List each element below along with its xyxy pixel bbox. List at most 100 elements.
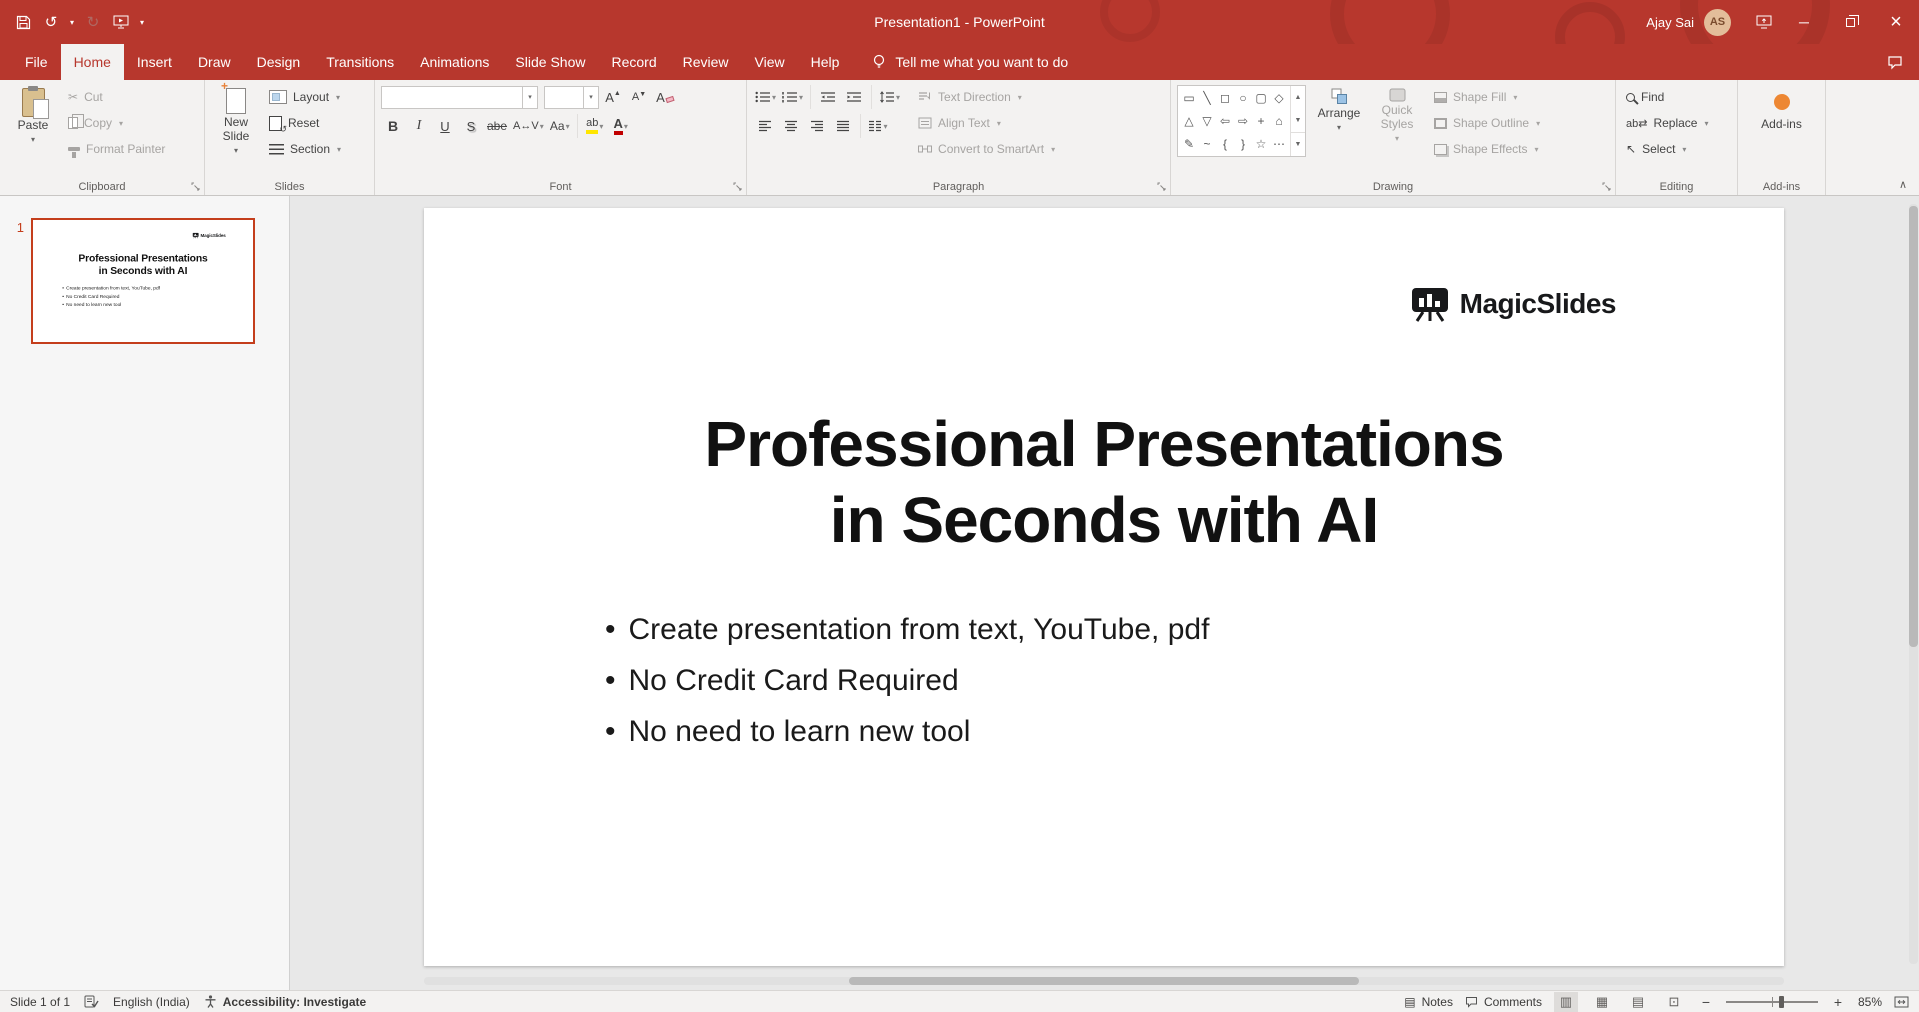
zoom-out-button[interactable]: − [1698,994,1714,1010]
replace-button[interactable]: ab⇄ Replace ▾ [1622,111,1731,135]
tab-transitions[interactable]: Transitions [313,44,407,80]
shape-right-brace-icon[interactable]: } [1241,137,1245,151]
shape-diamond-icon[interactable]: ◇ [1274,91,1283,105]
font-size-dropdown[interactable]: ▾ [584,86,599,109]
font-size-input[interactable] [544,86,584,109]
fit-slide-button[interactable] [1894,996,1909,1008]
shape-left-brace-icon[interactable]: { [1223,137,1227,151]
text-shadow-button[interactable]: S [459,114,483,138]
change-case-button[interactable]: Aa▾ [548,114,572,138]
numbering-button[interactable]: ▾ [780,85,805,109]
slide-sorter-view-button[interactable]: ▦ [1590,992,1614,1012]
horizontal-scrollbar-thumb[interactable] [849,977,1359,985]
font-name-dropdown[interactable]: ▾ [523,86,538,109]
language-button[interactable]: English (India) [113,995,190,1009]
text-highlight-button[interactable]: ab▾ [583,114,607,138]
align-left-button[interactable] [753,114,777,138]
zoom-slider-thumb[interactable] [1779,996,1784,1008]
align-text-button[interactable]: Align Text ▾ [914,111,1059,135]
shape-left-arrow-icon[interactable]: ⇦ [1220,114,1230,128]
customize-qat-button[interactable]: ▾ [136,7,148,37]
slide-title[interactable]: Professional Presentations in Seconds wi… [424,208,1784,558]
zoom-slider[interactable] [1726,992,1818,1012]
start-slideshow-button[interactable] [108,7,134,37]
tab-animations[interactable]: Animations [407,44,502,80]
shape-house-icon[interactable]: ⌂ [1275,114,1282,128]
slide-thumbnail[interactable]: MagicSlides Professional Presentations i… [31,218,255,344]
avatar[interactable]: AS [1704,9,1731,36]
select-button[interactable]: ↖ Select ▾ [1622,137,1731,161]
cut-button[interactable]: ✂ Cut [64,85,169,109]
vertical-scrollbar[interactable] [1909,204,1918,964]
shapes-more-button[interactable]: ▼ [1291,132,1305,156]
tab-slide-show[interactable]: Slide Show [502,44,598,80]
shape-freeform-icon[interactable]: ✎ [1184,137,1194,151]
clear-formatting-button[interactable]: A [653,85,677,109]
restore-button[interactable] [1827,0,1873,44]
tab-insert[interactable]: Insert [124,44,185,80]
slide[interactable]: MagicSlides Professional Presentations i… [424,208,1784,966]
find-button[interactable]: Find [1622,85,1731,109]
vertical-scrollbar-thumb[interactable] [1909,206,1918,647]
tab-record[interactable]: Record [598,44,669,80]
tab-draw[interactable]: Draw [185,44,244,80]
slideshow-view-button[interactable]: ⊡ [1662,992,1686,1012]
shape-line-icon[interactable]: ╲ [1203,91,1210,105]
justify-button[interactable] [831,114,855,138]
close-button[interactable]: × [1873,0,1919,44]
tab-design[interactable]: Design [244,44,314,80]
spellcheck-button[interactable] [84,995,99,1008]
reading-view-button[interactable]: ▤ [1626,992,1650,1012]
shape-star-icon[interactable]: ☆ [1256,137,1267,151]
convert-to-smartart-button[interactable]: Convert to SmartArt ▾ [914,137,1059,161]
arrange-button[interactable]: Arrange ▾ [1310,85,1368,177]
comments-button[interactable]: Comments [1465,995,1542,1009]
shape-rounded-rectangle-icon[interactable]: ▢ [1255,91,1266,105]
tell-me-box[interactable]: Tell me what you want to do [872,44,1068,80]
character-spacing-button[interactable]: A↔V▾ [511,114,546,138]
shape-triangle-icon[interactable]: △ [1184,114,1193,128]
addins-button[interactable]: Add-ins [1747,85,1817,132]
shape-effects-button[interactable]: Shape Effects ▾ [1430,137,1544,161]
undo-button[interactable]: ↺ [38,7,64,37]
decrease-font-size-button[interactable]: A▼ [627,85,651,109]
shape-right-arrow-icon[interactable]: ⇨ [1238,114,1248,128]
slide-bullets[interactable]: •Create presentation from text, YouTube,… [605,604,1784,757]
tab-help[interactable]: Help [798,44,853,80]
shape-down-triangle-icon[interactable]: ▽ [1202,114,1211,128]
line-spacing-button[interactable]: ▾ [877,85,902,109]
collapse-ribbon-button[interactable]: ∧ [1899,178,1907,191]
slide-indicator[interactable]: Slide 1 of 1 [10,995,70,1009]
decrease-indent-button[interactable] [816,85,840,109]
paste-button[interactable]: Paste ▾ [6,85,60,177]
section-button[interactable]: Section ▾ [265,137,345,161]
quick-styles-button[interactable]: Quick Styles ▾ [1372,85,1422,177]
columns-button[interactable]: ▾ [866,114,890,138]
copy-button[interactable]: Copy ▾ [64,111,169,135]
zoom-in-button[interactable]: + [1830,994,1846,1010]
clipboard-dialog-launcher[interactable] [189,180,201,192]
align-right-button[interactable] [805,114,829,138]
tab-review[interactable]: Review [670,44,742,80]
shapes-scroll-up[interactable]: ▲ [1291,86,1305,109]
horizontal-scrollbar[interactable] [424,977,1784,985]
tab-file[interactable]: File [12,44,61,80]
font-name-input[interactable] [381,86,523,109]
comments-toggle-button[interactable] [1887,55,1903,70]
undo-dropdown[interactable]: ▾ [66,7,78,37]
present-button[interactable] [1747,0,1781,44]
notes-button[interactable]: ▤ Notes [1404,995,1453,1009]
drawing-dialog-launcher[interactable] [1600,180,1612,192]
user-name[interactable]: Ajay Sai [1646,15,1694,30]
shape-textbox-icon[interactable]: ▭ [1183,91,1194,105]
shape-plus-icon[interactable]: + [1257,114,1264,128]
strikethrough-button[interactable]: abe [485,114,509,138]
shape-more-icon[interactable]: ⋯ [1273,137,1285,151]
shape-square-icon[interactable]: ◻ [1220,91,1230,105]
tab-home[interactable]: Home [61,44,124,80]
bullets-button[interactable]: ▾ [753,85,778,109]
shape-fill-button[interactable]: Shape Fill ▾ [1430,85,1544,109]
font-dialog-launcher[interactable] [731,180,743,192]
reset-button[interactable]: Reset [265,111,345,135]
redo-button[interactable]: ↻ [80,7,106,37]
